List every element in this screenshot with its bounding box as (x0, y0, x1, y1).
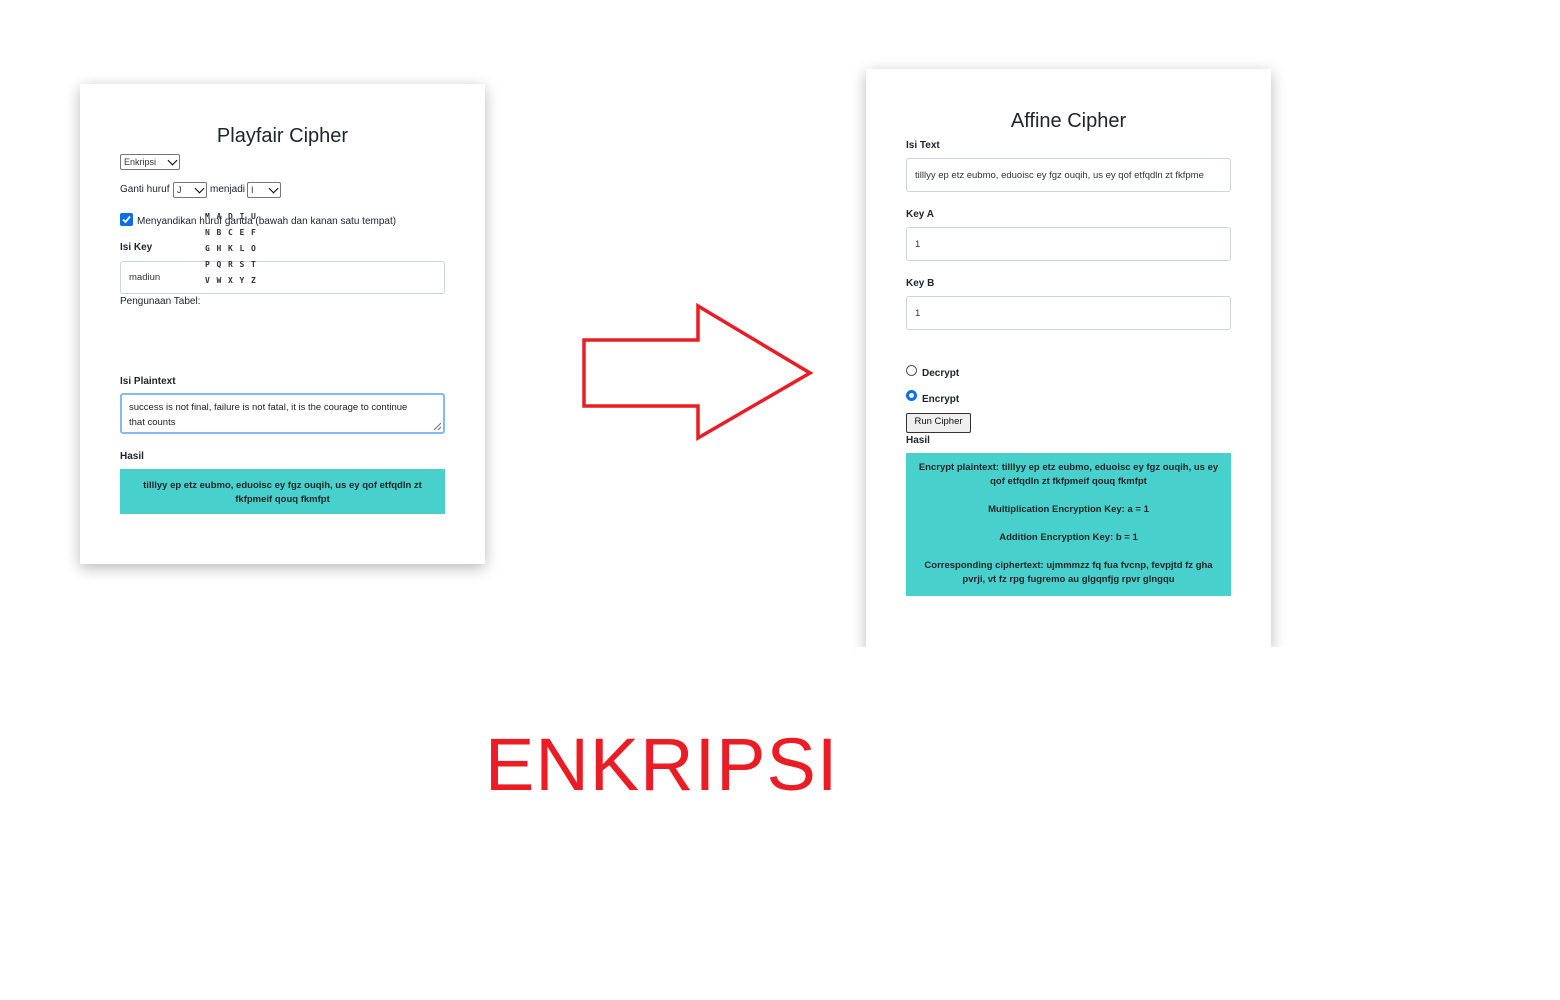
replace-to-label: menjadi (210, 184, 246, 195)
key-a-label: Key A (906, 209, 934, 220)
key-table-cell: V (205, 276, 210, 285)
key-table-cell: W (216, 276, 222, 285)
key-table-cell: R (228, 260, 233, 269)
playfair-result-box: tilllyy ep etz eubmo, eduoisc ey fgz ouq… (120, 469, 445, 514)
key-a-value: 1 (915, 238, 921, 250)
encrypt-label: Encrypt (922, 394, 960, 405)
replace-label: Ganti huruf (120, 184, 170, 195)
checkmark-icon (122, 215, 131, 224)
result-ciphertext: Corresponding ciphertext: ujmmmzz fq fua… (924, 560, 1213, 585)
key-table-cell: E (239, 228, 245, 237)
key-label: Isi Key (120, 242, 153, 253)
key-table-cell: B (216, 228, 222, 237)
key-table-cell: Z (251, 276, 256, 285)
key-input[interactable]: madiun (120, 261, 445, 294)
key-table-cell: X (228, 276, 233, 285)
result-multiplication-key: Multiplication Encryption Key: a = 1 (988, 504, 1149, 515)
key-table-row: P Q R S T (205, 260, 263, 276)
result-addition-key: Addition Encryption Key: b = 1 (999, 532, 1138, 543)
affine-title: Affine Cipher (1010, 110, 1127, 132)
key-table-cell: G (205, 244, 210, 253)
key-table-cell: M (205, 212, 210, 221)
key-table-cell: D (228, 212, 233, 221)
table-label: Pengunaan Tabel: (120, 296, 201, 307)
key-table-cell: I (239, 212, 245, 221)
replace-from-select[interactable]: J (173, 182, 207, 198)
key-b-value: 1 (915, 307, 921, 319)
replace-from-value: J (177, 185, 182, 195)
key-table-cell: F (251, 228, 256, 237)
replace-to-value: I (251, 185, 254, 195)
playfair-title: Playfair Cipher (216, 125, 349, 147)
run-cipher-button[interactable]: Run Cipher (906, 413, 971, 433)
key-b-label: Key B (906, 278, 935, 289)
key-table-cell: N (205, 228, 210, 237)
key-table-cell: Y (239, 276, 245, 285)
key-table-cell: Q (216, 260, 222, 269)
affine-result-label: Hasil (906, 435, 930, 446)
text-input[interactable]: tilllyy ep etz eubmo, eduoisc ey fgz ouq… (906, 158, 1231, 192)
key-table-row: M A D I U (205, 212, 263, 228)
mode-select[interactable]: Enkripsi (120, 154, 180, 170)
key-table-row: N B C E F (205, 228, 263, 244)
plaintext-label: Isi Plaintext (120, 376, 176, 387)
decrypt-radio[interactable] (906, 365, 917, 376)
enkripsi-caption: ENKRIPSI (485, 723, 839, 806)
key-table-cell: P (205, 260, 210, 269)
key-table-cell: H (216, 244, 222, 253)
key-table-cell: L (239, 244, 245, 253)
plaintext-line-1: success is not final, failure is not fat… (129, 402, 408, 413)
decrypt-label: Decrypt (922, 368, 960, 379)
encrypt-radio[interactable] (906, 390, 917, 401)
key-a-input[interactable]: 1 (906, 227, 1231, 261)
plaintext-line-2: that counts (129, 417, 176, 428)
card-crop-edge (856, 647, 1286, 677)
resize-handle-icon[interactable] (434, 423, 441, 430)
playfair-result-label: Hasil (120, 451, 144, 462)
double-letter-checkbox[interactable] (120, 213, 133, 226)
chevron-down-icon (268, 183, 279, 194)
chevron-down-icon (167, 155, 178, 166)
key-table-cell: C (228, 228, 233, 237)
plaintext-textarea[interactable]: success is not final, failure is not fat… (120, 393, 445, 434)
right-arrow-icon (582, 302, 814, 442)
key-table-row: G H K L O (205, 244, 263, 260)
key-table: M A D I U N B C E F G H K L O P Q R S T … (205, 212, 263, 292)
replace-to-select[interactable]: I (247, 182, 281, 198)
key-table-cell: U (251, 212, 256, 221)
key-b-input[interactable]: 1 (906, 296, 1231, 330)
mode-select-value: Enkripsi (124, 157, 157, 167)
affine-result-box: Encrypt plaintext: tilllyy ep etz eubmo,… (906, 453, 1231, 596)
key-table-cell: S (239, 260, 245, 269)
double-letter-label: Menyandikan huruf ganda (bawah dan kanan… (137, 216, 397, 227)
text-label: Isi Text (906, 140, 940, 151)
key-table-cell: A (216, 212, 222, 221)
key-table-cell: K (228, 244, 233, 253)
key-table-cell: O (251, 244, 256, 253)
chevron-down-icon (194, 183, 205, 194)
result-encrypt-plaintext: Encrypt plaintext: tilllyy ep etz eubmo,… (918, 462, 1219, 487)
key-table-cell: T (251, 260, 256, 269)
key-input-value: madiun (129, 272, 161, 283)
text-input-value: tilllyy ep etz eubmo, eduoisc ey fgz ouq… (915, 169, 1204, 181)
key-table-row: V W X Y Z (205, 276, 263, 292)
